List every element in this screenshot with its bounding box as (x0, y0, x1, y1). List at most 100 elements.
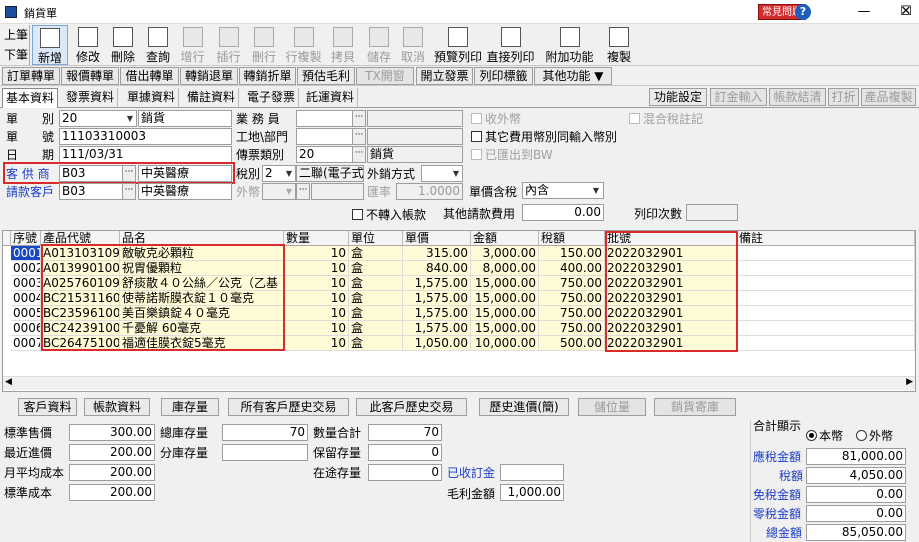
radio-foreign-currency[interactable]: 外幣 (856, 428, 893, 444)
other-fee-field[interactable]: 0.00 (522, 204, 604, 221)
table-cell[interactable]: 0006 (11, 321, 41, 336)
table-cell[interactable]: 750.00 (539, 291, 605, 306)
help-icon[interactable]: ? (795, 4, 811, 20)
table-cell[interactable]: 盒 (349, 276, 403, 291)
action-button-7[interactable]: 開立發票 (416, 67, 473, 85)
toolbar-button-12[interactable]: 直接列印 (484, 25, 537, 65)
action-button-4[interactable]: 轉銷折單 (239, 67, 296, 85)
lower-button-2[interactable]: 庫存量 (161, 398, 219, 416)
action-button-5[interactable]: 預估毛利 (297, 67, 355, 85)
salesperson-lookup-button[interactable]: ··· (352, 110, 366, 127)
table-cell[interactable]: 750.00 (539, 321, 605, 336)
chevron-down-icon[interactable]: ▼ (283, 166, 295, 181)
horizontal-scrollbar[interactable]: ◀ ▶ (3, 376, 915, 390)
right-button-0[interactable]: 功能設定 (649, 88, 707, 106)
chevron-down-icon[interactable]: ▼ (590, 183, 602, 198)
table-cell[interactable]: 400.00 (539, 261, 605, 276)
department-field[interactable] (296, 128, 354, 145)
table-cell[interactable] (737, 276, 915, 291)
table-cell[interactable]: 315.00 (403, 246, 471, 261)
toolbar-button-14[interactable]: 複製 (601, 25, 637, 65)
table-cell[interactable]: 500.00 (539, 336, 605, 351)
action-button-0[interactable]: 訂單轉單 (2, 67, 60, 85)
action-button-2[interactable]: 借出轉單 (120, 67, 179, 85)
toolbar-button-1[interactable]: 修改 (70, 25, 106, 65)
table-cell[interactable] (737, 246, 915, 261)
table-cell[interactable] (737, 336, 915, 351)
table-cell[interactable]: 0007 (11, 336, 41, 351)
table-cell[interactable]: 0003 (11, 276, 41, 291)
table-cell[interactable]: 1,575.00 (403, 306, 471, 321)
bill-customer-code-field[interactable]: B03 (59, 183, 123, 200)
chevron-down-icon[interactable]: ▼ (450, 166, 462, 181)
table-cell[interactable]: 1,050.00 (403, 336, 471, 351)
radio-local-currency[interactable]: 本幣 (806, 428, 843, 444)
tab-4[interactable]: 電子發票 (244, 88, 300, 107)
table-cell[interactable]: 0004 (11, 291, 41, 306)
table-cell[interactable]: 盒 (349, 321, 403, 336)
table-cell[interactable]: 3,000.00 (471, 246, 539, 261)
bill-customer-lookup-button[interactable]: ··· (122, 183, 136, 200)
column-header[interactable]: 稅額 (539, 231, 605, 246)
table-cell[interactable]: 1,575.00 (403, 276, 471, 291)
tab-3[interactable]: 備註資料 (184, 88, 240, 107)
table-cell[interactable]: 750.00 (539, 276, 605, 291)
table-cell[interactable]: 15,000.00 (471, 276, 539, 291)
table-cell[interactable]: 盒 (349, 306, 403, 321)
scroll-right-icon[interactable]: ▶ (906, 377, 913, 387)
salesperson-field[interactable] (296, 110, 354, 127)
lower-button-4[interactable]: 此客戶歷史交易 (356, 398, 467, 416)
action-button-3[interactable]: 轉銷退單 (180, 67, 238, 85)
toolbar-button-3[interactable]: 查詢 (141, 25, 175, 65)
tab-1[interactable]: 發票資料 (63, 88, 119, 107)
minimize-button[interactable]: — (851, 2, 877, 22)
table-cell[interactable]: 盒 (349, 261, 403, 276)
table-cell[interactable]: 8,000.00 (471, 261, 539, 276)
table-cell[interactable]: 0002 (11, 261, 41, 276)
action-button-1[interactable]: 報價轉單 (61, 67, 119, 85)
table-cell[interactable]: 10 (284, 291, 349, 306)
toolbar-button-0[interactable]: 新增 (32, 25, 68, 65)
doc-no-field[interactable]: 11103310003 (59, 128, 232, 145)
toolbar-button-11[interactable]: 預覽列印 (432, 25, 484, 65)
table-cell[interactable]: 0005 (11, 306, 41, 321)
other-fee-currency-checkbox[interactable]: 其它費用幣別同輸入幣別 (471, 129, 617, 145)
voucher-type-code-field[interactable]: 20 (296, 146, 354, 163)
toolbar-button-13[interactable]: 附加功能 (539, 25, 600, 65)
lower-button-3[interactable]: 所有客戶歷史交易 (228, 398, 349, 416)
column-header[interactable]: 金額 (471, 231, 539, 246)
chevron-down-icon[interactable]: ▼ (124, 111, 136, 126)
table-cell[interactable] (737, 261, 915, 276)
table-cell[interactable]: 0001 (11, 246, 41, 261)
table-cell[interactable]: 840.00 (403, 261, 471, 276)
no-ar-checkbox[interactable]: 不轉入帳款 (352, 207, 426, 223)
table-cell[interactable]: 10 (284, 306, 349, 321)
table-cell[interactable] (737, 291, 915, 306)
table-cell[interactable]: 10 (284, 336, 349, 351)
table-cell[interactable]: 15,000.00 (471, 291, 539, 306)
next-record-button[interactable]: 下筆 (0, 45, 29, 65)
table-cell[interactable]: 盒 (349, 291, 403, 306)
column-header[interactable]: 數量 (284, 231, 349, 246)
scroll-left-icon[interactable]: ◀ (5, 377, 12, 387)
date-field[interactable]: 111/03/31 (59, 146, 232, 163)
lower-button-1[interactable]: 帳款資料 (84, 398, 150, 416)
table-cell[interactable]: 10,000.00 (471, 336, 539, 351)
column-header[interactable]: 備註 (737, 231, 915, 246)
table-cell[interactable]: 盒 (349, 246, 403, 261)
voucher-type-lookup-button[interactable]: ··· (352, 146, 366, 163)
lower-button-5[interactable]: 歷史進價(簡) (479, 398, 569, 416)
toolbar-button-2[interactable]: 刪除 (106, 25, 140, 65)
table-cell[interactable]: 10 (284, 321, 349, 336)
action-button-9[interactable]: 其他功能 ▼ (534, 67, 612, 85)
department-lookup-button[interactable]: ··· (352, 128, 366, 145)
close-button[interactable]: ✕ (893, 2, 919, 22)
table-cell[interactable]: 1,575.00 (403, 321, 471, 336)
tab-0[interactable]: 基本資料 (2, 88, 59, 108)
table-cell[interactable] (737, 321, 915, 336)
table-cell[interactable]: 10 (284, 276, 349, 291)
table-cell[interactable]: 盒 (349, 336, 403, 351)
column-header[interactable]: 單位 (349, 231, 403, 246)
table-cell[interactable]: 10 (284, 246, 349, 261)
table-cell[interactable]: 150.00 (539, 246, 605, 261)
